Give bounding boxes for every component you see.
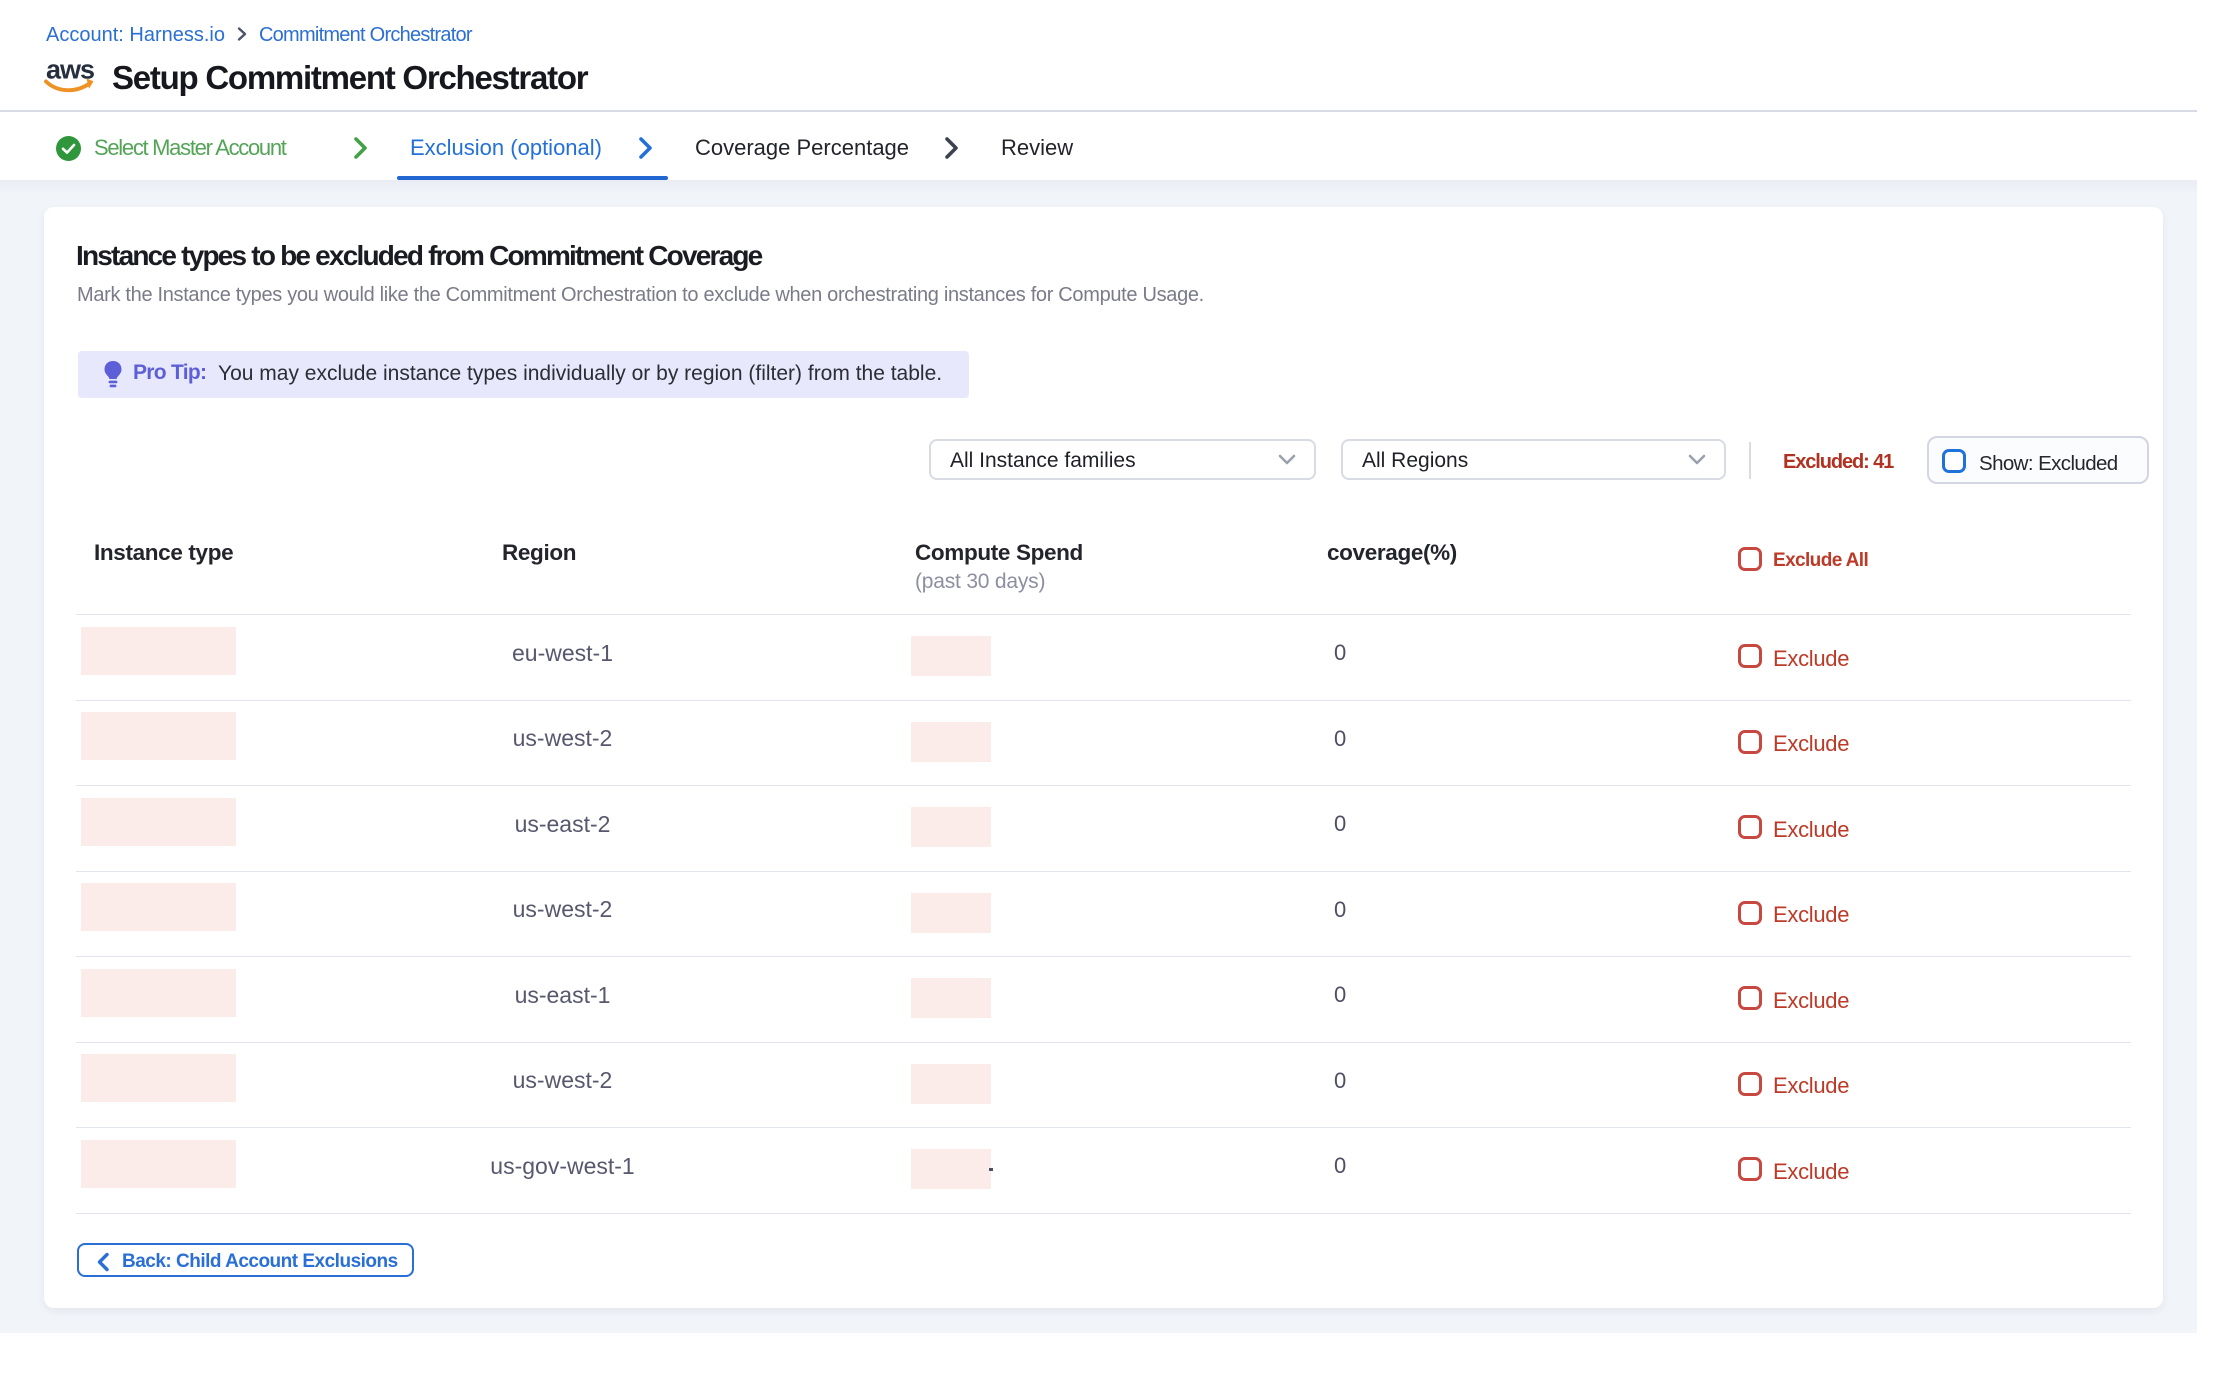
svg-text:aws: aws xyxy=(46,55,94,85)
